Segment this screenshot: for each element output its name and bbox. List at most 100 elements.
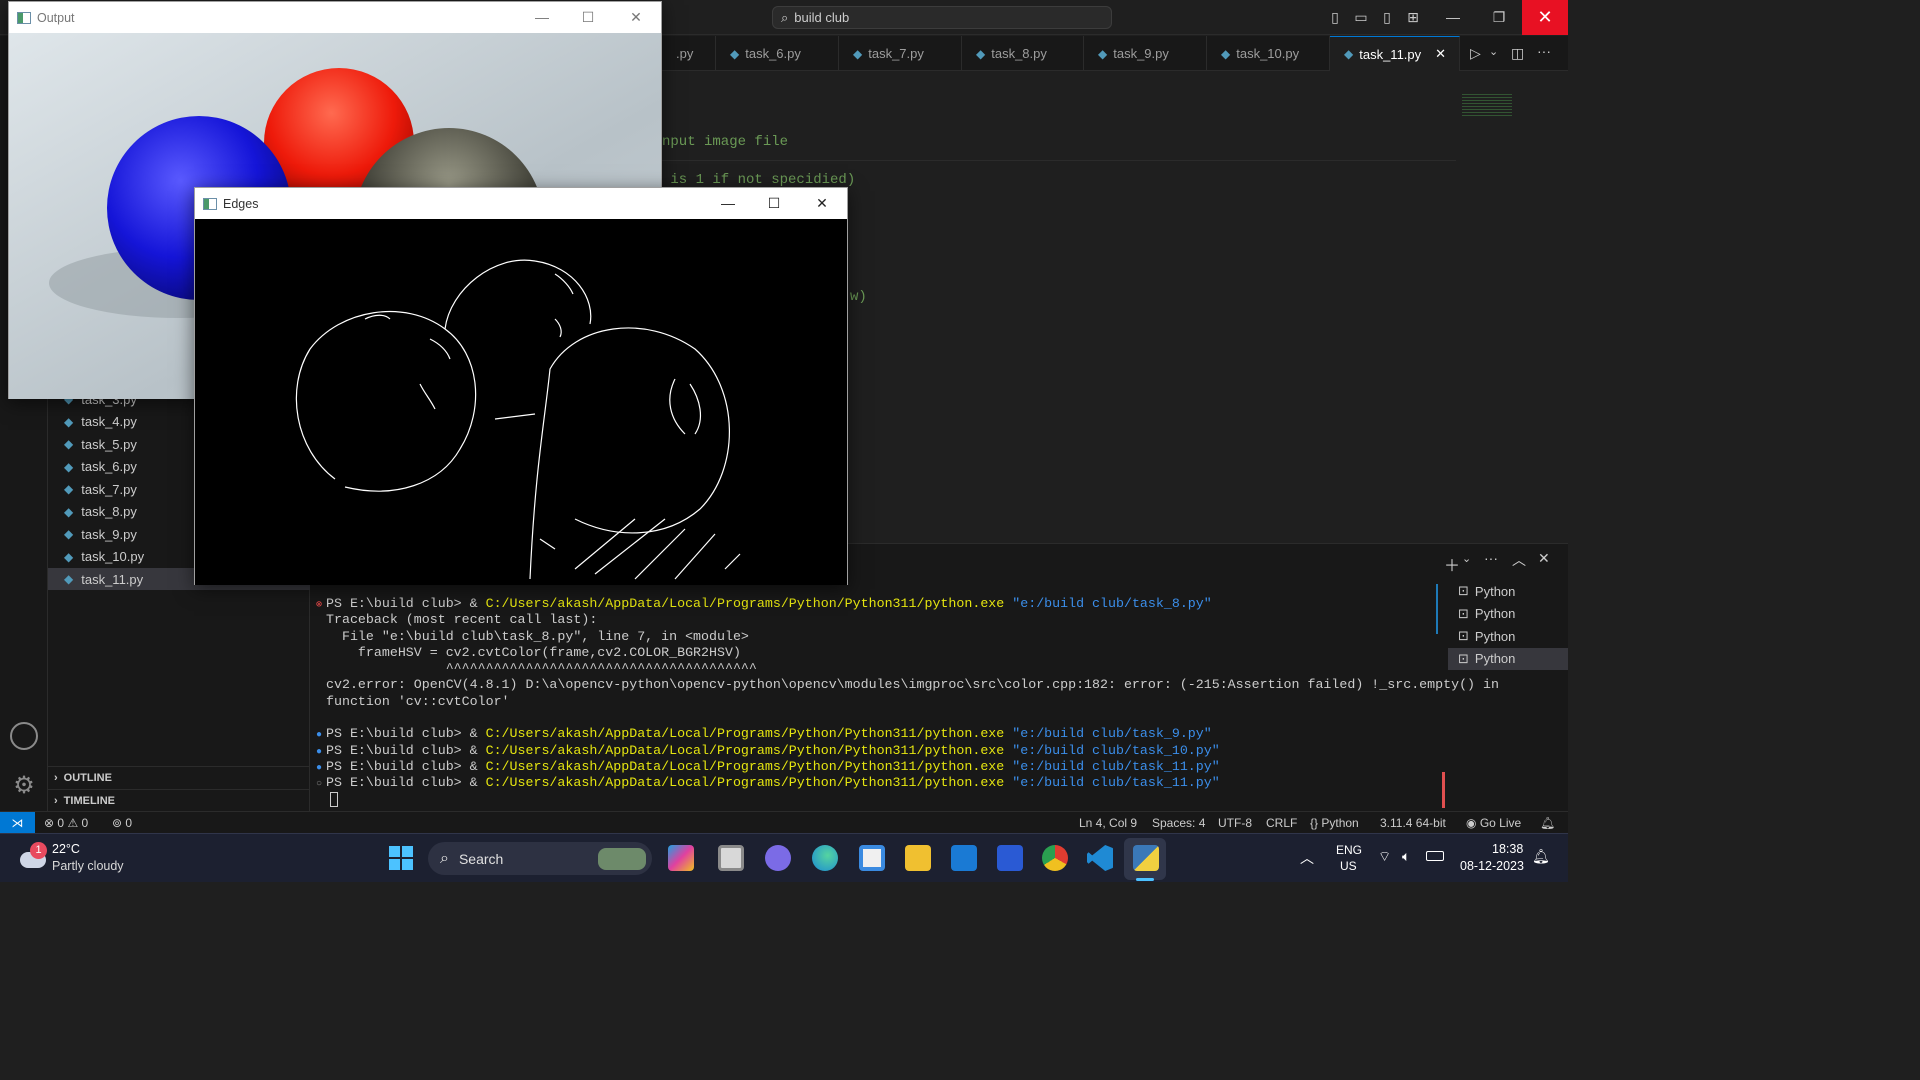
start-button-icon[interactable] <box>389 846 413 870</box>
editor-tab-label: task_9.py <box>1113 46 1169 61</box>
editor-tab[interactable]: ◆ task_9.py <box>1084 36 1207 71</box>
edges-window[interactable]: Edges — ☐ ✕ <box>194 187 848 585</box>
weather-description[interactable]: Partly cloudy <box>52 859 124 873</box>
chrome-browser-icon[interactable] <box>1042 845 1068 871</box>
command-center-search[interactable]: ⌕ build club <box>772 6 1112 29</box>
microsoft-store-icon[interactable] <box>859 845 885 871</box>
terminal-line: File "e:\build club\task_8.py", line 7, … <box>316 629 1436 645</box>
show-hidden-icons-chevron-icon[interactable]: ︿ <box>1300 848 1314 868</box>
explorer-file-label: task_9.py <box>81 526 137 542</box>
explorer-file-label: task_6.py <box>81 459 137 474</box>
terminal-exe-path: C:/Users/akash/AppData/Local/Programs/Py… <box>485 742 1005 758</box>
mail-icon[interactable] <box>951 845 977 871</box>
python-file-icon: ◆ <box>1098 46 1108 61</box>
file-explorer-icon[interactable] <box>905 845 931 871</box>
editor-tab-label: task_11.py <box>1359 46 1422 62</box>
more-actions-icon[interactable]: ··· <box>1484 550 1498 566</box>
chevron-down-icon[interactable]: ⌄ <box>1489 45 1498 58</box>
maximize-panel-icon[interactable]: ︿ <box>1512 550 1526 570</box>
close-tab-icon[interactable]: ✕ <box>1435 46 1446 62</box>
search-icon: ⌕ <box>440 849 449 867</box>
terminal-icon: ⊡ <box>1458 605 1469 621</box>
terminal-instance[interactable]: ⊡ Python <box>1448 625 1568 648</box>
input-language-top[interactable]: ENG <box>1336 843 1362 857</box>
minimize-button[interactable]: — <box>519 2 565 33</box>
copilot-icon[interactable] <box>668 845 694 871</box>
end-of-line[interactable]: CRLF <box>1266 812 1297 834</box>
terminal-instance[interactable]: ⊡ Python <box>1448 603 1568 626</box>
terminal-text: cv2.error: OpenCV(4.8.1) D:\a\opencv-pyt… <box>326 677 1499 693</box>
python-file-icon: ◆ <box>64 572 74 586</box>
manage-gear-icon[interactable]: ⚙ <box>10 772 38 800</box>
editor-tab[interactable]: ◆ task_10.py <box>1207 36 1330 71</box>
toggle-secondary-sidebar-icon[interactable]: ▯ <box>1379 9 1395 25</box>
maximize-button[interactable]: ☐ <box>565 2 611 33</box>
customize-layout-icon[interactable]: ⊞ <box>1405 9 1421 25</box>
accounts-icon[interactable] <box>10 722 38 750</box>
edge-browser-icon[interactable] <box>812 845 838 871</box>
vscode-icon[interactable] <box>1087 845 1113 871</box>
editor-tab-label: task_8.py <box>991 46 1047 61</box>
notifications-bell-icon[interactable]: 🔔︎ <box>1532 848 1550 865</box>
editor-tab[interactable]: ◆ task_6.py <box>716 36 839 71</box>
close-panel-icon[interactable]: ✕ <box>1538 550 1550 567</box>
indentation[interactable]: Spaces: 4 <box>1152 812 1205 834</box>
new-terminal-icon[interactable]: ＋ <box>1444 552 1460 576</box>
teams-chat-icon[interactable] <box>765 845 791 871</box>
split-editor-icon[interactable]: ◫ <box>1511 45 1524 62</box>
task-view-icon[interactable] <box>718 845 744 871</box>
maximize-button[interactable]: ☐ <box>751 188 797 219</box>
window-minimize-button[interactable]: — <box>1430 0 1476 35</box>
weather-widget-icon[interactable]: 1 <box>18 842 48 872</box>
weather-temp[interactable]: 22°C <box>52 842 80 856</box>
terminal-arg: "e:/build club/task_9.py" <box>1012 726 1212 742</box>
more-actions-icon[interactable]: ··· <box>1537 43 1551 59</box>
wifi-icon[interactable]: ⌔ <box>1378 848 1391 866</box>
python-file-icon: ◆ <box>1344 47 1354 61</box>
window-close-button[interactable]: ✕ <box>1522 0 1568 35</box>
remote-indicator-icon[interactable]: ⋊ <box>0 812 35 834</box>
window-restore-button[interactable]: ❐ <box>1476 0 1522 35</box>
language-mode[interactable]: {} Python <box>1310 812 1359 834</box>
minimize-button[interactable]: — <box>705 188 751 219</box>
terminal-scroll-marker <box>1436 584 1438 634</box>
editor-tab[interactable]: .py <box>662 36 716 71</box>
ports-indicator[interactable]: ⊚ 0 <box>112 812 132 834</box>
terminal-instance[interactable]: ⊡ Python <box>1448 647 1568 670</box>
close-button[interactable]: ✕ <box>799 188 845 219</box>
terminal-arg: "e:/build club/task_10.py" <box>1012 742 1220 758</box>
terminal-text: Traceback (most recent call last): <box>326 612 598 628</box>
battery-icon[interactable] <box>1426 851 1444 861</box>
broadcast-icon: ◉ <box>1466 816 1477 830</box>
input-language-bottom[interactable]: US <box>1340 859 1357 873</box>
problems-indicator[interactable]: ⊗ 0 ⚠ 0 <box>44 812 88 834</box>
minimap[interactable] <box>1462 94 1512 118</box>
volume-icon[interactable]: 🔈︎ <box>1402 848 1410 865</box>
python-file-icon: ◆ <box>1221 46 1231 61</box>
terminal-output[interactable]: ⊗ PS E:\build club> & C:/Users/akash/AppD… <box>316 596 1499 792</box>
encoding[interactable]: UTF-8 <box>1218 812 1252 834</box>
chevron-right-icon: › <box>54 794 58 807</box>
go-live-button[interactable]: ◉ Go Live <box>1466 812 1521 834</box>
toggle-primary-sidebar-icon[interactable]: ▯ <box>1327 9 1343 25</box>
outline-section[interactable]: › OUTLINE <box>48 766 310 788</box>
timeline-section[interactable]: › TIMELINE <box>48 789 310 811</box>
clock-date[interactable]: 08-12-2023 <box>1460 859 1524 873</box>
python-interpreter[interactable]: 3.11.4 64-bit <box>1380 812 1446 834</box>
editor-tab[interactable]: ◆ task_11.py ✕ <box>1330 36 1460 71</box>
terminal-instance[interactable]: ⊡ Python <box>1448 580 1568 603</box>
cursor-position[interactable]: Ln 4, Col 9 <box>1079 812 1137 834</box>
clock-time[interactable]: 18:38 <box>1492 842 1523 856</box>
ai-app-icon[interactable] <box>997 845 1023 871</box>
python-app-icon[interactable] <box>1133 845 1159 871</box>
output-window-title: Output <box>37 10 75 25</box>
python-file-icon: ◆ <box>853 46 863 61</box>
toggle-panel-icon[interactable]: ▭ <box>1353 9 1369 25</box>
run-python-file-icon[interactable]: ▷ <box>1470 45 1481 62</box>
editor-tab[interactable]: ◆ task_8.py <box>962 36 1084 71</box>
notifications-bell-icon[interactable]: 🔔︎ <box>1540 812 1555 834</box>
editor-tab[interactable]: ◆ task_7.py <box>839 36 962 71</box>
chevron-down-icon[interactable]: ⌄ <box>1462 552 1471 565</box>
taskbar-search[interactable]: ⌕ Search <box>428 842 652 875</box>
close-button[interactable]: ✕ <box>613 2 659 33</box>
